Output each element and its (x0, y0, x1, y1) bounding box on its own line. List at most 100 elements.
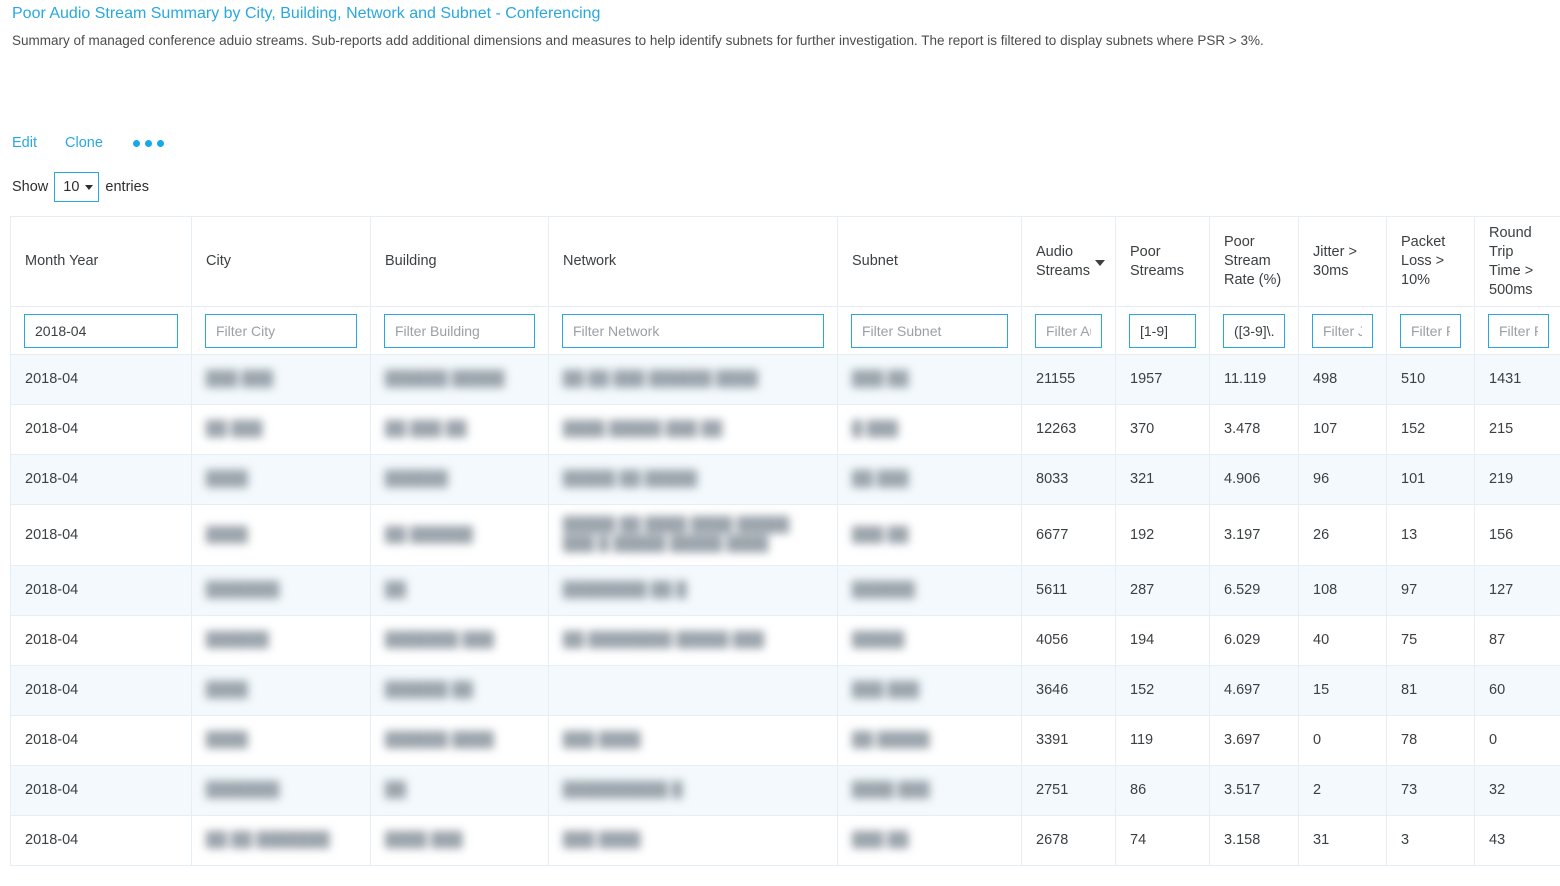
table-head: Month Year City Building Network Subnet Audio… (10, 216, 1560, 355)
redacted-value: ██████ (852, 582, 915, 598)
cell-poor-streams: 119 (1115, 715, 1210, 766)
cell-packet-loss: 81 (1386, 665, 1475, 716)
column-header-month-year[interactable]: Month Year (10, 216, 192, 307)
table-row[interactable]: 2018-04 ███████ ██ ██████████ █ ████ ███ 2751… (10, 765, 1560, 816)
sort-descending-icon[interactable] (1095, 259, 1105, 266)
redacted-value: ███ ██ (852, 371, 909, 387)
filter-input-packet-loss-10[interactable] (1400, 313, 1461, 348)
cell-city: ████ (191, 454, 371, 505)
redacted-value: ██ ██ ███ ██████ ████ (563, 371, 758, 387)
cell-audio-streams: 21155 (1021, 354, 1116, 405)
column-header-round-trip-time-500ms[interactable]: Round Trip Time > 500ms (1474, 216, 1560, 307)
header-row: Month Year City Building Network Subnet Audio… (10, 216, 1560, 307)
cell-round-trip-time: 215 (1474, 404, 1560, 455)
cell-network: ███ ████ (548, 715, 838, 766)
table-row[interactable]: 2018-04 ████ ██████ ██ ███ ███ 3646 152 4.697 1… (10, 665, 1560, 716)
filter-input-audio-streams[interactable] (1035, 313, 1102, 348)
filter-input-jitter-30ms[interactable] (1312, 313, 1373, 348)
column-header-subnet[interactable]: Subnet (837, 216, 1022, 307)
cell-packet-loss: 78 (1386, 715, 1475, 766)
cell-poor-stream-rate: 11.119 (1209, 354, 1299, 405)
cell-jitter: 15 (1298, 665, 1387, 716)
filter-input-month-year[interactable] (24, 313, 178, 348)
column-header-label: Poor Stream Rate (%) (1224, 234, 1282, 288)
cell-poor-streams: 287 (1115, 565, 1210, 616)
redacted-value: ████ (206, 732, 248, 748)
page-title: Poor Audio Stream Summary by City, Build… (12, 5, 601, 22)
filter-input-city[interactable] (205, 313, 357, 348)
cell-building: ██████ ██ (370, 665, 549, 716)
cell-subnet: █ ███ (837, 404, 1022, 455)
cell-month-year: 2018-04 (10, 715, 192, 766)
redacted-value: ████ (206, 682, 248, 698)
cell-subnet: ███ ██ (837, 354, 1022, 405)
column-header-audio-streams[interactable]: Audio Streams (1021, 216, 1116, 307)
redacted-value: ██████ (385, 471, 448, 487)
column-header-poor-stream-rate[interactable]: Poor Stream Rate (%) (1209, 216, 1299, 307)
column-header-network[interactable]: Network (548, 216, 838, 307)
table-row[interactable]: 2018-04 ████ ██ ██████ █████ ██ ████ ████ █… (10, 504, 1560, 566)
table-row[interactable]: 2018-04 ███████ ██ ████████ ██ █ ██████ 5611 2… (10, 565, 1560, 616)
cell-poor-stream-rate: 4.906 (1209, 454, 1299, 505)
cell-audio-streams: 4056 (1021, 615, 1116, 666)
cell-packet-loss: 13 (1386, 504, 1475, 566)
redacted-value: █████ (852, 632, 905, 648)
redacted-value: ███████ (206, 782, 280, 798)
cell-audio-streams: 2678 (1021, 815, 1116, 866)
table-row[interactable]: 2018-04 ██ ██ ███████ ████ ███ ███ ████ ███ … (10, 815, 1560, 866)
more-options-icon[interactable] (131, 136, 166, 151)
column-header-label: Subnet (852, 253, 898, 269)
cell-packet-loss: 510 (1386, 354, 1475, 405)
table-row[interactable]: 2018-04 ██████ ███████ ███ ██ ████████ ████… (10, 615, 1560, 666)
column-header-poor-streams[interactable]: Poor Streams (1115, 216, 1210, 307)
cell-jitter: 107 (1298, 404, 1387, 455)
table-row[interactable]: 2018-04 ██ ███ ██ ███ ██ ████ █████ ███ ██ █… (10, 404, 1560, 455)
cell-city: ███ ███ (191, 354, 371, 405)
edit-button[interactable]: Edit (12, 135, 37, 151)
cell-round-trip-time: 43 (1474, 815, 1560, 866)
filter-input-poor-streams[interactable] (1129, 313, 1196, 348)
table-row[interactable]: 2018-04 ████ ██████ █████ ██ █████ ██ ███ 803… (10, 454, 1560, 505)
redacted-value: ██ ████████ █████ ███ (563, 632, 765, 648)
filter-cell (10, 306, 192, 355)
cell-jitter: 31 (1298, 815, 1387, 866)
column-header-label: Packet Loss > 10% (1401, 234, 1446, 288)
cell-poor-streams: 74 (1115, 815, 1210, 866)
cell-audio-streams: 2751 (1021, 765, 1116, 816)
cell-network: ████████ ██ █ (548, 565, 838, 616)
cell-building: ██ ██████ (370, 504, 549, 566)
cell-subnet: ████ ███ (837, 765, 1022, 816)
cell-network (548, 665, 838, 716)
clone-button[interactable]: Clone (65, 135, 103, 151)
column-header-label: Round Trip Time > 500ms (1489, 224, 1534, 298)
column-header-jitter-30ms[interactable]: Jitter > 30ms (1298, 216, 1387, 307)
redacted-value: ███ ███ (852, 682, 920, 698)
filter-input-round-trip-time-500ms[interactable] (1488, 313, 1549, 348)
column-header-city[interactable]: City (191, 216, 371, 307)
entries-per-page-select[interactable]: 10 (54, 172, 100, 202)
cell-poor-streams: 194 (1115, 615, 1210, 666)
cell-jitter: 26 (1298, 504, 1387, 566)
table-row[interactable]: 2018-04 ████ ██████ ████ ███ ████ ██ █████ 33… (10, 715, 1560, 766)
cell-subnet: ███ ██ (837, 504, 1022, 566)
filter-input-network[interactable] (562, 313, 824, 348)
filter-input-building[interactable] (384, 313, 535, 348)
column-header-building[interactable]: Building (370, 216, 549, 307)
filter-cell (1474, 306, 1560, 355)
report-actions: Edit Clone (10, 132, 1550, 154)
cell-month-year: 2018-04 (10, 665, 192, 716)
filter-input-poor-stream-rate[interactable] (1223, 313, 1285, 348)
cell-poor-stream-rate: 6.029 (1209, 615, 1299, 666)
cell-poor-streams: 370 (1115, 404, 1210, 455)
redacted-value: ███ ███ (206, 371, 274, 387)
cell-poor-stream-rate: 3.197 (1209, 504, 1299, 566)
column-header-label: City (206, 253, 231, 269)
cell-building: ██████ █████ (370, 354, 549, 405)
cell-building: ████ ███ (370, 815, 549, 866)
column-header-packet-loss-10[interactable]: Packet Loss > 10% (1386, 216, 1475, 307)
table-row[interactable]: 2018-04 ███ ███ ██████ █████ ██ ██ ███ ████… (10, 354, 1560, 405)
redacted-value: ███ ████ (563, 832, 641, 848)
filter-cell (191, 306, 371, 355)
filter-input-subnet[interactable] (851, 313, 1008, 348)
redacted-value: ██ ██████ (385, 526, 474, 543)
